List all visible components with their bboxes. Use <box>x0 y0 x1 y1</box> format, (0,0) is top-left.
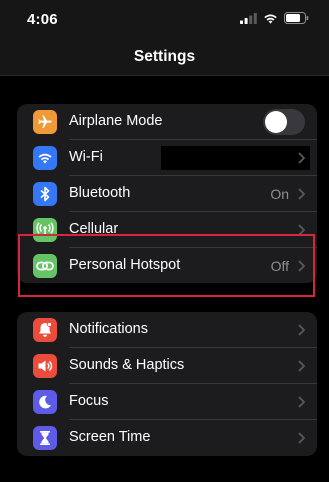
status-icons <box>240 12 309 24</box>
chevron-right-icon <box>298 188 305 200</box>
row-wifi[interactable]: Wi-Fi <box>17 140 317 176</box>
chevron-right-icon <box>298 260 305 272</box>
moon-icon <box>33 390 57 414</box>
speaker-icon <box>33 354 57 378</box>
chevron-right-icon <box>298 432 305 444</box>
row-screen-time[interactable]: Screen Time <box>17 420 317 456</box>
hourglass-icon <box>33 426 57 450</box>
row-airplane-mode[interactable]: Airplane Mode <box>17 104 317 140</box>
row-label: Bluetooth <box>69 185 131 201</box>
chevron-right-icon <box>298 224 305 236</box>
toggle-knob <box>265 111 287 133</box>
row-personal-hotspot[interactable]: Personal Hotspot Off <box>17 248 317 283</box>
airplane-icon <box>33 110 57 134</box>
group-gap <box>0 283 329 297</box>
redacted-network-name <box>161 146 310 170</box>
status-time: 4:06 <box>27 11 58 28</box>
row-sounds-haptics[interactable]: Sounds & Haptics <box>17 348 317 384</box>
chevron-right-icon <box>298 396 305 408</box>
row-label: Cellular <box>69 221 119 237</box>
battery-icon <box>284 12 309 24</box>
row-label: Screen Time <box>69 429 151 445</box>
bluetooth-icon <box>33 182 57 206</box>
wifi-status-icon <box>264 14 277 24</box>
wifi-icon <box>33 146 57 170</box>
row-label: Focus <box>69 393 109 409</box>
row-label: Notifications <box>69 321 148 337</box>
page-title: Settings <box>133 48 196 65</box>
row-label: Personal Hotspot <box>69 257 181 273</box>
chevron-right-icon <box>298 152 305 164</box>
chevron-right-icon <box>298 324 305 336</box>
bell-icon <box>33 318 57 342</box>
bluetooth-value: On <box>270 186 289 202</box>
signal-icon <box>240 12 257 24</box>
hotspot-icon <box>33 254 57 278</box>
row-cellular[interactable]: Cellular <box>17 212 317 248</box>
row-focus[interactable]: Focus <box>17 384 317 420</box>
row-notifications[interactable]: Notifications <box>17 312 317 348</box>
top-bar: 4:06 Settings <box>0 0 329 76</box>
chevron-right-icon <box>298 360 305 372</box>
airplane-mode-toggle[interactable] <box>263 109 305 135</box>
row-label: Airplane Mode <box>69 113 163 129</box>
row-bluetooth[interactable]: Bluetooth On <box>17 176 317 212</box>
settings-group-notifications: Notifications Sounds & Haptics Focus Scr… <box>17 312 317 456</box>
row-label: Sounds & Haptics <box>69 357 185 373</box>
row-label: Wi-Fi <box>69 149 103 165</box>
hotspot-value: Off <box>270 258 289 274</box>
cellular-icon <box>33 218 57 242</box>
settings-group-connectivity: Airplane Mode Wi-Fi Bluetooth On Cellula… <box>17 104 317 283</box>
